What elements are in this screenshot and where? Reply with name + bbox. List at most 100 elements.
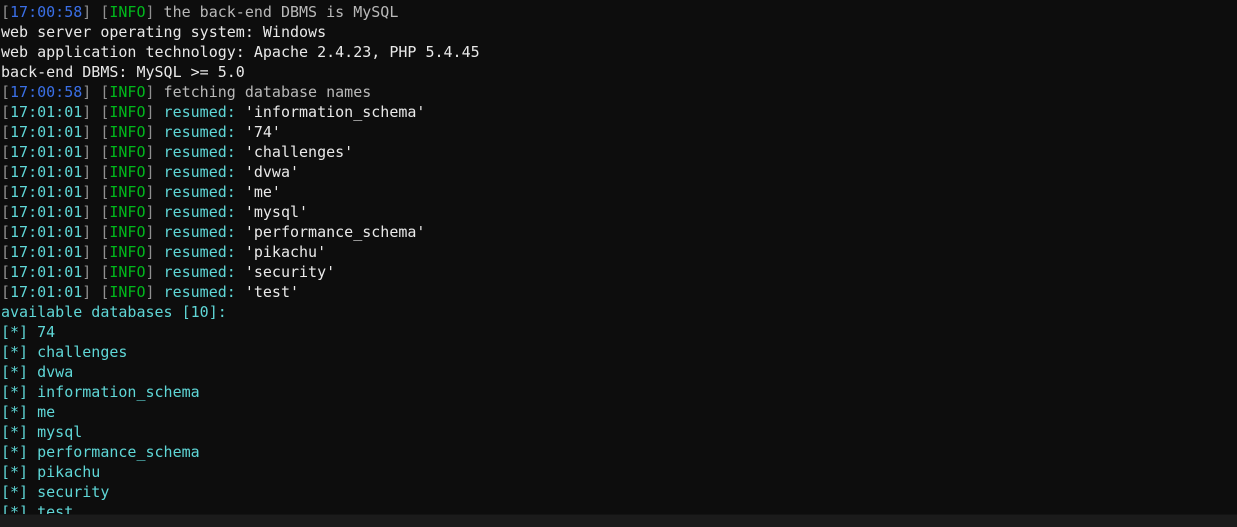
log-line-resumed: [17:01:01] [INFO] resumed: 'challenges' (0, 142, 1237, 162)
console-output[interactable]: [17:00:58] [INFO] the back-end DBMS is M… (0, 0, 1237, 522)
timestamp-open-bracket: [ (1, 183, 11, 201)
database-name: performance_schema (37, 443, 200, 461)
bullet-marker-icon: [*] (1, 423, 38, 441)
log-timestamp: 17:01:01 (10, 103, 83, 121)
database-list-item: [*] me (0, 402, 1237, 422)
resumed-value: 'challenges' (244, 143, 354, 161)
log-timestamp: 17:01:01 (10, 203, 83, 221)
log-level-info: INFO (109, 243, 146, 261)
log-level-info: INFO (109, 283, 146, 301)
terminal-window[interactable]: [17:00:58] [INFO] the back-end DBMS is M… (0, 0, 1237, 527)
log-level-info: INFO (109, 223, 146, 241)
available-databases-heading: available databases [10]: (0, 302, 1237, 322)
log-timestamp: 17:01:01 (10, 283, 83, 301)
resumed-label: resumed: (154, 163, 245, 181)
plain-info-line: web server operating system: Windows (0, 22, 1237, 42)
level-close-bracket: ] (145, 163, 155, 181)
log-level-info: INFO (109, 103, 146, 121)
resumed-label: resumed: (154, 203, 245, 221)
level-close-bracket: ] (145, 123, 155, 141)
level-open-bracket: [ (91, 203, 110, 221)
log-timestamp: 17:00:58 (10, 83, 83, 101)
database-list-item: [*] mysql (0, 422, 1237, 442)
timestamp-close-bracket: ] (82, 143, 92, 161)
plain-info-text: web server operating system: Windows (1, 23, 327, 41)
timestamp-close-bracket: ] (82, 123, 92, 141)
timestamp-close-bracket: ] (82, 283, 92, 301)
log-line-resumed: [17:01:01] [INFO] resumed: 'dvwa' (0, 162, 1237, 182)
database-list-item: [*] 74 (0, 322, 1237, 342)
bullet-marker-icon: [*] (1, 323, 38, 341)
timestamp-open-bracket: [ (1, 123, 11, 141)
resumed-value: 'dvwa' (244, 163, 300, 181)
log-line-resumed: [17:01:01] [INFO] resumed: 'performance_… (0, 222, 1237, 242)
level-open-bracket: [ (91, 263, 110, 281)
database-name: dvwa (37, 363, 74, 381)
level-close-bracket: ] (145, 103, 155, 121)
log-line-resumed: [17:01:01] [INFO] resumed: 'mysql' (0, 202, 1237, 222)
log-timestamp: 17:01:01 (10, 223, 83, 241)
resumed-value: 'pikachu' (244, 243, 327, 261)
log-line-resumed: [17:01:01] [INFO] resumed: 'me' (0, 182, 1237, 202)
level-open-bracket: [ (91, 103, 110, 121)
level-close-bracket: ] (145, 3, 155, 21)
timestamp-open-bracket: [ (1, 83, 11, 101)
level-close-bracket: ] (145, 183, 155, 201)
bullet-marker-icon: [*] (1, 363, 38, 381)
bullet-marker-icon: [*] (1, 483, 38, 501)
level-close-bracket: ] (145, 83, 155, 101)
level-open-bracket: [ (91, 243, 110, 261)
log-line-resumed: [17:01:01] [INFO] resumed: 'test' (0, 282, 1237, 302)
horizontal-scrollbar[interactable] (0, 514, 1237, 527)
database-name: information_schema (37, 383, 200, 401)
timestamp-open-bracket: [ (1, 283, 11, 301)
bullet-marker-icon: [*] (1, 383, 38, 401)
database-list-item: [*] challenges (0, 342, 1237, 362)
resumed-label: resumed: (154, 283, 245, 301)
timestamp-close-bracket: ] (82, 243, 92, 261)
level-close-bracket: ] (145, 223, 155, 241)
database-name: 74 (37, 323, 56, 341)
log-level-info: INFO (109, 3, 146, 21)
resumed-value: 'security' (244, 263, 336, 281)
log-message: the back-end DBMS is MySQL (154, 3, 399, 21)
log-level-info: INFO (109, 83, 146, 101)
level-open-bracket: [ (91, 183, 110, 201)
resumed-value: 'information_schema' (244, 103, 426, 121)
log-line-resumed: [17:01:01] [INFO] resumed: 'security' (0, 262, 1237, 282)
database-list-item: [*] security (0, 482, 1237, 502)
timestamp-close-bracket: ] (82, 263, 92, 281)
database-list-item: [*] pikachu (0, 462, 1237, 482)
log-line-resumed: [17:01:01] [INFO] resumed: '74' (0, 122, 1237, 142)
level-close-bracket: ] (145, 283, 155, 301)
log-message: fetching database names (154, 83, 372, 101)
log-timestamp: 17:01:01 (10, 263, 83, 281)
level-open-bracket: [ (91, 223, 110, 241)
resumed-label: resumed: (154, 183, 245, 201)
resumed-label: resumed: (154, 263, 245, 281)
log-level-info: INFO (109, 263, 146, 281)
log-timestamp: 17:00:58 (10, 3, 83, 21)
log-level-info: INFO (109, 203, 146, 221)
database-list-item: [*] performance_schema (0, 442, 1237, 462)
level-open-bracket: [ (91, 283, 110, 301)
resumed-label: resumed: (154, 243, 245, 261)
log-timestamp: 17:01:01 (10, 243, 83, 261)
timestamp-open-bracket: [ (1, 103, 11, 121)
database-name: me (37, 403, 56, 421)
database-name: pikachu (37, 463, 101, 481)
available-databases-heading-text: available databases [10]: (1, 303, 227, 321)
timestamp-close-bracket: ] (82, 103, 92, 121)
level-close-bracket: ] (145, 203, 155, 221)
timestamp-open-bracket: [ (1, 143, 11, 161)
resumed-value: '74' (244, 123, 281, 141)
timestamp-open-bracket: [ (1, 243, 11, 261)
plain-info-line: web application technology: Apache 2.4.2… (0, 42, 1237, 62)
database-name: mysql (37, 423, 83, 441)
resumed-value: 'test' (244, 283, 300, 301)
log-line-resumed: [17:01:01] [INFO] resumed: 'information_… (0, 102, 1237, 122)
timestamp-open-bracket: [ (1, 163, 11, 181)
resumed-label: resumed: (154, 143, 245, 161)
database-list-item: [*] information_schema (0, 382, 1237, 402)
level-open-bracket: [ (91, 123, 110, 141)
